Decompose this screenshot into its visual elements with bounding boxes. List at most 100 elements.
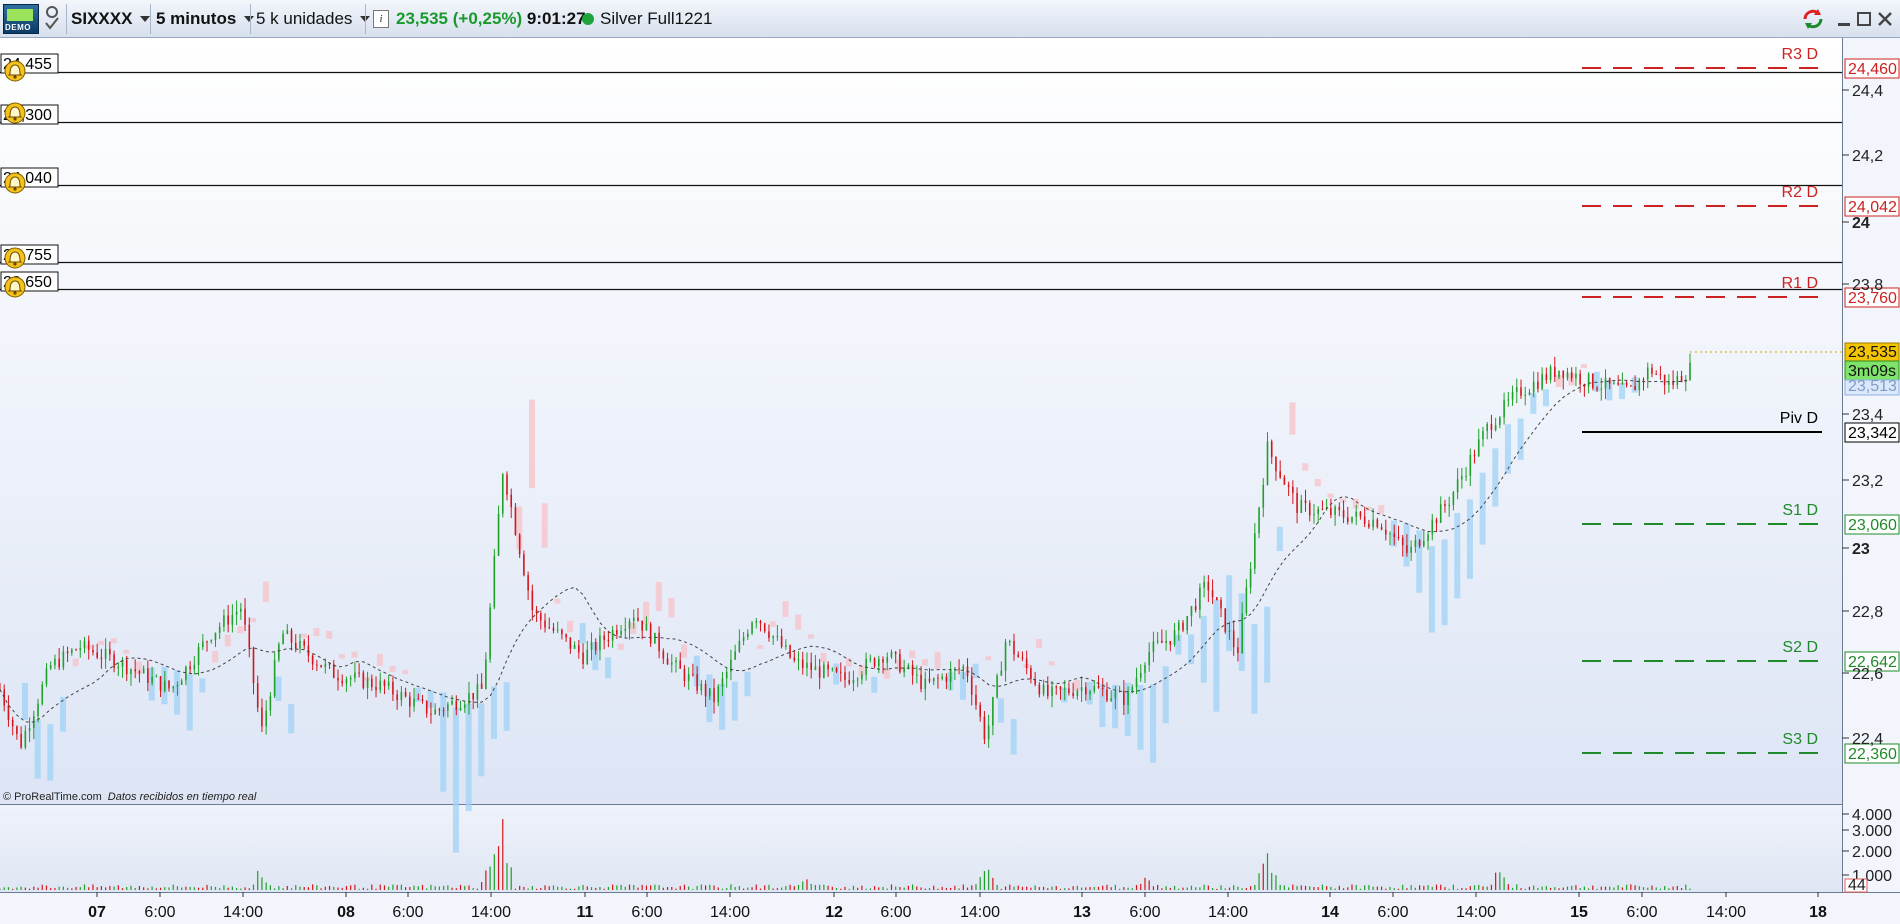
volume-bar xyxy=(1364,885,1366,890)
candle-body xyxy=(1625,382,1628,386)
time-axis[interactable] xyxy=(0,892,1900,924)
time-tick-label: 14:00 xyxy=(960,904,1000,921)
candle-body xyxy=(168,680,170,689)
volume-bar xyxy=(569,888,571,890)
volume-bar xyxy=(202,887,204,890)
volume-bar xyxy=(717,887,719,890)
symbol-label: SIXXXX xyxy=(71,9,133,28)
bell-icon[interactable] xyxy=(4,276,26,298)
cloud-segment xyxy=(529,399,535,489)
candle-body xyxy=(87,640,90,650)
candle-body xyxy=(210,640,213,642)
cloud-value-tag: 23,513 xyxy=(1848,378,1897,395)
candle-body xyxy=(721,678,724,687)
cloud-segment xyxy=(1504,424,1511,474)
volume-bar xyxy=(37,887,39,890)
candle-body xyxy=(1266,441,1269,485)
maximize-button[interactable] xyxy=(1856,4,1872,34)
candle-body xyxy=(1152,641,1155,652)
volume-bar xyxy=(117,885,119,890)
volume-bar xyxy=(1562,887,1564,890)
candle-body xyxy=(240,608,242,612)
candle-body xyxy=(354,672,356,678)
close-button[interactable] xyxy=(1876,4,1894,34)
candle-body xyxy=(1642,379,1645,381)
candle-body xyxy=(1249,568,1252,588)
units-selector[interactable]: 5 k unidades xyxy=(256,4,371,34)
candle-body xyxy=(248,624,251,648)
volume-bar xyxy=(83,884,86,890)
candle-body xyxy=(1300,500,1303,513)
volume-bar xyxy=(650,885,652,890)
cloud-segment xyxy=(668,597,675,618)
cloud-segment xyxy=(1200,615,1207,683)
refresh-button[interactable] xyxy=(1800,4,1826,34)
volume-bar xyxy=(688,886,690,890)
candle-body xyxy=(1545,374,1548,381)
pivot-value: 24,042 xyxy=(1848,199,1897,216)
candle-body xyxy=(1304,500,1307,504)
volume-bar xyxy=(252,884,255,890)
minimize-button[interactable] xyxy=(1836,4,1852,34)
price-chart[interactable]: 24,45524,30024,04023,75523,650 R3 D24,46… xyxy=(0,38,1900,924)
cloud-segment xyxy=(503,682,510,731)
volume-tick-label: 4.000 xyxy=(1852,807,1892,824)
last-update-time: 9:01:27 xyxy=(526,9,586,28)
volume-bar xyxy=(20,886,22,890)
volume-plot-area[interactable] xyxy=(0,805,1842,892)
candle-body xyxy=(1355,511,1358,517)
volume-bar xyxy=(633,884,635,890)
time-tick-label: 6:00 xyxy=(392,904,423,921)
candle-body xyxy=(899,653,901,673)
cloud-segment xyxy=(1466,499,1473,579)
volume-bar xyxy=(426,888,428,890)
volume-bar xyxy=(1338,885,1340,890)
volume-bar xyxy=(476,888,479,890)
volume-bar xyxy=(438,886,440,890)
symbol-selector[interactable]: SIXXXX xyxy=(71,4,151,34)
bell-icon[interactable] xyxy=(4,102,26,124)
link-toggle-icon[interactable] xyxy=(44,4,60,34)
volume-bar xyxy=(624,886,626,890)
volume-bar xyxy=(1659,888,1662,890)
candle-body xyxy=(1097,686,1100,688)
volume-bar xyxy=(565,888,567,890)
candle-body xyxy=(823,664,825,678)
volume-bar xyxy=(1250,886,1252,890)
volume-bar xyxy=(1473,885,1476,890)
candle-body xyxy=(1592,373,1594,389)
bell-icon[interactable] xyxy=(4,247,26,269)
cloud-segment xyxy=(1137,685,1144,750)
candle-body xyxy=(763,623,766,632)
volume-bar xyxy=(966,887,969,890)
volume-bar xyxy=(975,884,977,890)
candle-body xyxy=(1532,381,1535,393)
candle-body xyxy=(1076,690,1079,696)
candle-body xyxy=(1127,690,1129,705)
volume-bar xyxy=(1288,887,1290,890)
candle-body xyxy=(552,627,555,631)
price-axis[interactable] xyxy=(1842,38,1900,892)
cloud-segment xyxy=(212,650,219,663)
volume-bar xyxy=(637,887,639,890)
account-label: Silver Full1221 xyxy=(600,9,713,28)
volume-bar xyxy=(1689,888,1691,890)
candle-body xyxy=(58,658,60,668)
volume-bar xyxy=(295,885,297,890)
candle-body xyxy=(316,664,318,666)
timeframe-selector[interactable]: 5 minutos xyxy=(156,4,255,34)
bell-icon[interactable] xyxy=(4,172,26,194)
candle-body xyxy=(1524,394,1527,396)
candle-body xyxy=(1646,367,1649,380)
candle-body xyxy=(1021,657,1024,659)
cloud-segment xyxy=(744,671,751,697)
time-tick-label: 14:00 xyxy=(223,904,263,921)
candle-body xyxy=(1406,545,1408,553)
volume-bar xyxy=(1169,887,1171,890)
info-button[interactable]: i xyxy=(373,4,389,34)
volume-bar xyxy=(540,888,542,890)
volume-bar xyxy=(1123,887,1125,890)
volume-bar xyxy=(1397,888,1400,890)
volume-bar xyxy=(1085,887,1087,890)
bell-icon[interactable] xyxy=(4,60,26,82)
